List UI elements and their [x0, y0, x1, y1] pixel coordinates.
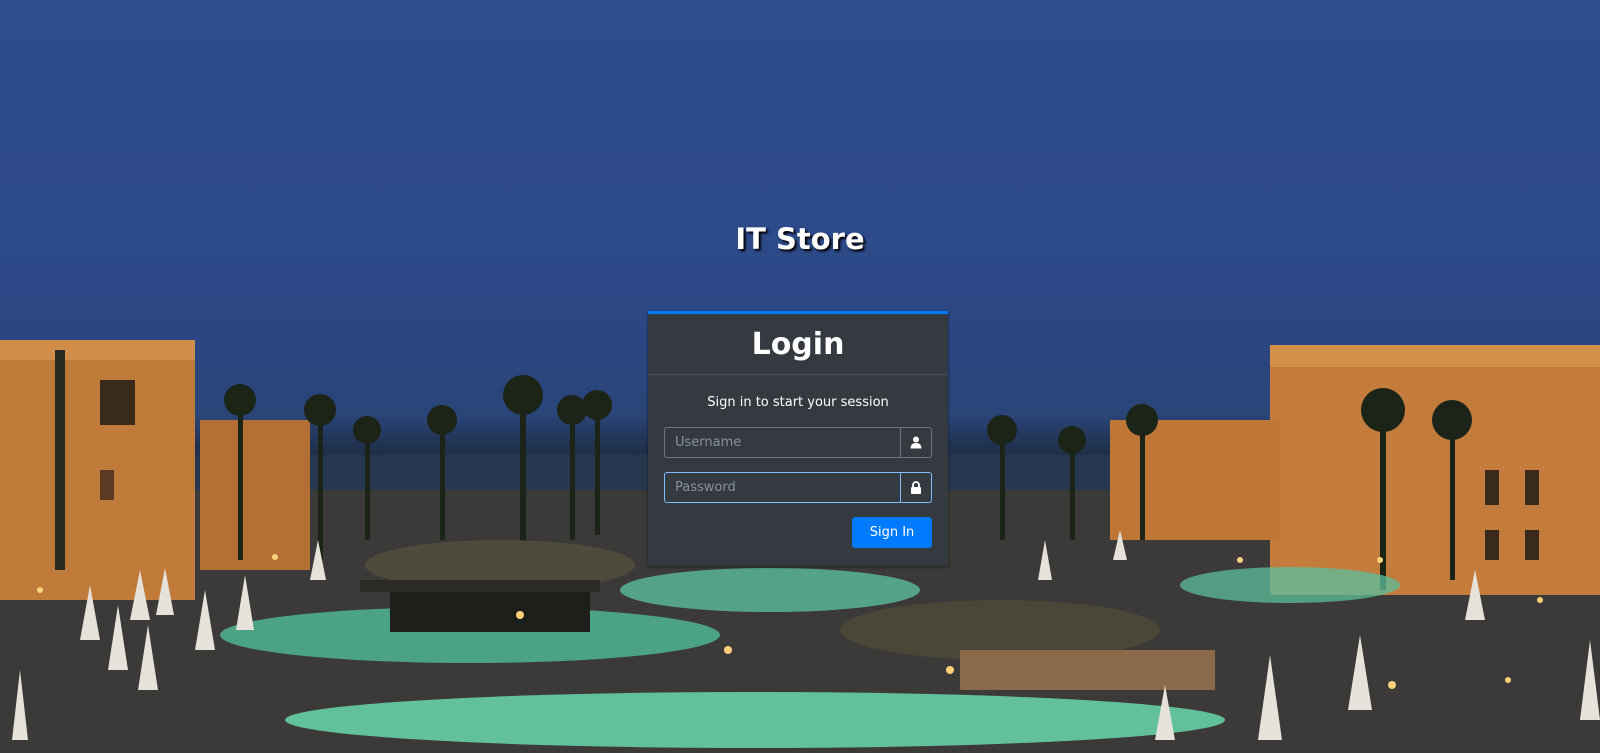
login-card: Login Sign in to start your session User…: [648, 311, 948, 566]
password-group: [664, 472, 932, 503]
login-title: Login: [648, 314, 948, 375]
login-form: Sign in to start your session Username S…: [648, 395, 948, 548]
form-actions: Sign In: [664, 517, 932, 548]
user-icon: [900, 427, 932, 458]
login-page: IT Store Login Sign in to start your ses…: [0, 0, 1600, 753]
password-input[interactable]: [664, 472, 900, 503]
username-input[interactable]: [664, 427, 900, 458]
brand-title: IT Store: [735, 222, 865, 256]
lock-icon: [900, 472, 932, 503]
login-message: Sign in to start your session: [707, 395, 889, 410]
username-group: [664, 427, 932, 458]
sign-in-button[interactable]: Sign In: [852, 517, 932, 548]
